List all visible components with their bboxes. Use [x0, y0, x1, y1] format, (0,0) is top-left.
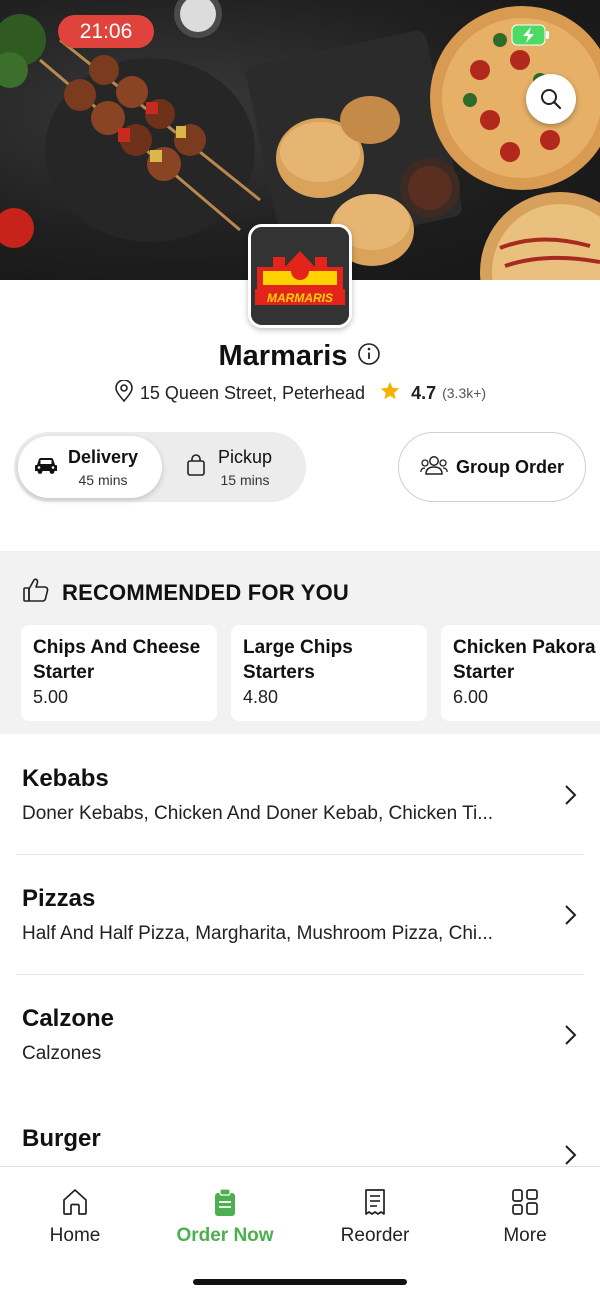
- category-description: Doner Kebabs, Chicken And Doner Kebab, C…: [22, 803, 494, 824]
- nav-label: More: [503, 1225, 547, 1246]
- store-title-row: Marmaris: [0, 338, 600, 374]
- location-pin-icon: [114, 378, 134, 407]
- category-description: Calzones: [22, 1043, 102, 1064]
- category-name: Calzone: [22, 1005, 115, 1032]
- bottom-navigation: Home Order Now Reorder More: [0, 1166, 600, 1298]
- search-icon: [541, 89, 562, 110]
- recommended-item-price: 4.80: [243, 687, 279, 707]
- info-icon[interactable]: [357, 342, 381, 371]
- group-people-icon: [420, 454, 448, 481]
- recommended-title: RECOMMENDED FOR YOU: [62, 579, 349, 605]
- category-name: Burger: [22, 1125, 101, 1152]
- group-order-button[interactable]: Group Order: [398, 432, 586, 502]
- category-name: Kebabs: [22, 765, 109, 792]
- category-row[interactable]: Calzone Calzones: [16, 975, 584, 1095]
- chevron-right-icon: [565, 905, 577, 925]
- nav-label: Home: [49, 1225, 101, 1246]
- store-logo: MARMARIS: [248, 224, 352, 328]
- recommended-card[interactable]: Large Chips Starters 4.80: [231, 625, 427, 721]
- delivery-label: Delivery: [68, 446, 139, 467]
- search-button[interactable]: [526, 74, 576, 124]
- delivery-time: 45 mins: [78, 471, 128, 488]
- delivery-option[interactable]: Delivery 45 mins: [18, 436, 162, 498]
- group-order-label: Group Order: [455, 456, 564, 477]
- pickup-label: Pickup: [218, 446, 273, 467]
- receipt-icon: [365, 1189, 385, 1215]
- chevron-right-icon: [565, 1145, 577, 1165]
- category-name: Pizzas: [22, 885, 96, 912]
- recommended-item-price: 6.00: [453, 687, 489, 707]
- recommended-header: RECOMMENDED FOR YOU: [22, 577, 349, 608]
- status-time: 21:06: [58, 15, 154, 48]
- category-row[interactable]: Kebabs Doner Kebabs, Chicken And Doner K…: [16, 735, 584, 855]
- chevron-right-icon: [565, 785, 577, 805]
- battery-charging-icon: [511, 24, 551, 46]
- logo-wordmark: MARMARIS: [267, 291, 333, 305]
- home-indicator[interactable]: [193, 1279, 407, 1285]
- category-description: Half And Half Pizza, Margharita, Mushroo…: [22, 923, 493, 944]
- rating-count: (3.3k+): [442, 385, 487, 401]
- recommended-item-price: 5.00: [33, 687, 69, 707]
- pickup-option[interactable]: Pickup 15 mins: [170, 436, 302, 498]
- recommended-item-name: Chips And Cheese Starter: [33, 637, 201, 683]
- nav-more[interactable]: More: [450, 1187, 600, 1257]
- pickup-time: 15 mins: [220, 471, 270, 488]
- store-rating: 4.7: [411, 382, 437, 403]
- store-address: 15 Queen Street, Peterhead: [139, 382, 366, 403]
- nav-order-now[interactable]: Order Now: [150, 1187, 300, 1257]
- recommended-card[interactable]: Chicken Pakora Starter 6.00: [441, 625, 600, 721]
- home-icon: [63, 1189, 87, 1215]
- order-icon: [215, 1188, 235, 1216]
- nav-label: Reorder: [340, 1225, 410, 1246]
- star-icon: [379, 380, 401, 407]
- shopping-bag-icon: [186, 453, 206, 481]
- thumbs-up-icon: [22, 577, 50, 608]
- recommended-item-name: Chicken Pakora Starter: [453, 637, 596, 683]
- store-address-row: 15 Queen Street, Peterhead 4.7 (3.3k+): [0, 378, 600, 408]
- grid-icon: [512, 1189, 538, 1215]
- recommended-card[interactable]: Chips And Cheese Starter 5.00: [21, 625, 217, 721]
- recommended-section: RECOMMENDED FOR YOU Chips And Cheese Sta…: [0, 551, 600, 734]
- recommended-item-name: Large Chips Starters: [243, 637, 353, 683]
- store-name: Marmaris: [218, 339, 348, 372]
- nav-label: Order Now: [176, 1225, 274, 1246]
- chevron-right-icon: [565, 1025, 577, 1045]
- nav-home[interactable]: Home: [0, 1187, 150, 1257]
- car-icon: [34, 456, 58, 479]
- nav-reorder[interactable]: Reorder: [300, 1187, 450, 1257]
- category-row[interactable]: Pizzas Half And Half Pizza, Margharita, …: [16, 855, 584, 975]
